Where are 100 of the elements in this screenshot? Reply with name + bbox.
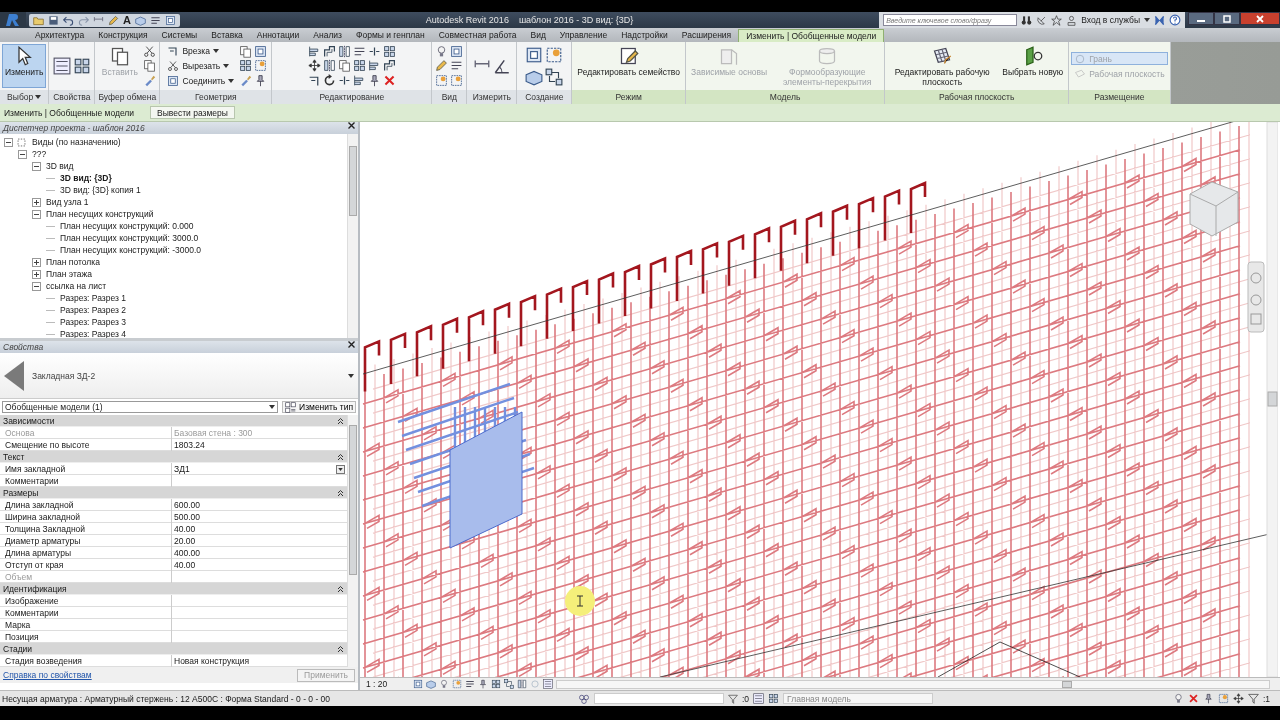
show-dimensions-button[interactable]: Вывести размеры [150,106,235,119]
caret-icon[interactable] [212,49,219,53]
caret-icon[interactable] [1144,18,1150,22]
grid-icon[interactable] [239,59,253,73]
align-icon[interactable] [352,74,366,88]
align-icon[interactable] [367,59,381,73]
grid-icon[interactable] [382,44,396,58]
tree-item[interactable]: Виды (по назначению) [30,137,123,147]
lines-icon[interactable] [465,679,475,689]
ribbon-tool-button[interactable]: Изменить [2,44,47,88]
expand-icon[interactable] [32,197,41,207]
app-logo-icon[interactable] [5,13,21,27]
dropdown-button[interactable] [336,464,345,474]
pin-icon[interactable] [367,74,381,88]
property-value[interactable]: 500.00 [174,511,200,523]
tree-item[interactable]: 3D вид [44,161,76,171]
collapse-icon[interactable] [32,161,41,171]
collapse-icon[interactable] [337,416,344,425]
ribbon-tab[interactable]: Вставка [204,29,250,42]
tree-item[interactable]: Вид узла 1 [44,197,91,207]
property-value[interactable]: 20.00 [174,535,196,547]
star-icon[interactable] [1051,14,1063,26]
box-icon[interactable] [254,44,268,58]
ribbon-tab[interactable]: Системы [154,29,205,42]
sheets-icon[interactable] [525,68,544,86]
help-link[interactable]: Справка по свойствам [3,670,92,680]
binoculars-icon[interactable] [1021,14,1033,26]
workset-field[interactable] [594,693,724,704]
caret-icon[interactable] [228,79,235,83]
ribbon-tab[interactable]: Анализ [306,29,349,42]
mirror-icon[interactable] [322,59,336,73]
move-icon[interactable] [1232,693,1244,704]
tree-item[interactable]: ссылка на лист [44,281,109,291]
satellite-dish-icon[interactable] [1036,14,1048,26]
collapse-icon[interactable] [337,452,344,461]
offset-icon[interactable] [382,59,396,73]
scrollbar[interactable] [347,415,358,667]
minimize-button[interactable] [1188,12,1214,25]
copy-icon[interactable] [337,59,351,73]
ribbon-tab[interactable]: Вид [523,29,553,42]
expand-icon[interactable] [32,257,41,267]
ribbon-tab[interactable]: Аннотации [249,29,307,42]
edit-type-button[interactable]: Изменить тип [282,401,356,413]
collapse-icon[interactable] [32,209,41,219]
tree-item[interactable]: Разрез: Разрез 4 [58,329,128,338]
ribbon-tab[interactable]: Архитектура [28,29,92,42]
scale-selector[interactable]: 1 : 20 [366,679,410,689]
rotate-icon[interactable] [322,74,336,88]
help-icon[interactable] [1169,14,1181,26]
filter-dropdown[interactable]: Обобщенные модели (1) [2,401,279,413]
properties-icon[interactable] [52,57,71,75]
scissors-icon[interactable] [142,44,156,58]
ribbon-tab[interactable]: Расширения [674,29,739,42]
ribbon-tab[interactable]: Надстройки [614,29,675,42]
box-icon[interactable] [413,679,423,689]
property-value[interactable]: 400.00 [174,547,200,559]
group-icon[interactable] [545,46,564,64]
pin-icon[interactable] [1202,693,1214,704]
collapse-icon[interactable] [337,488,344,497]
property-value[interactable]: 40.00 [174,559,196,571]
tree-item[interactable]: Разрез: Разрез 3 [58,317,128,327]
filter-icon[interactable] [1247,693,1259,704]
close-icon[interactable] [348,122,355,129]
scrollbar[interactable] [556,679,1270,689]
caret-icon[interactable] [35,95,42,99]
ribbon-tool-button[interactable]: Врезка [164,44,238,58]
ribbon-tool-button[interactable]: Выбрать новую [999,44,1067,88]
pin-icon[interactable] [254,74,268,88]
ribbon-tab[interactable]: Изменить | Обобщенные модели [738,29,885,42]
split-icon[interactable] [367,44,381,58]
ribbon-tab[interactable]: Управление [552,29,615,42]
box-icon[interactable] [164,14,176,26]
filter-icon[interactable] [728,693,738,704]
flow-icon[interactable] [504,679,514,689]
offset-icon[interactable] [322,44,336,58]
lightbulb-icon[interactable] [1172,693,1184,704]
restore-button[interactable] [1214,12,1240,25]
delete-icon[interactable] [1187,693,1199,704]
collapse-icon[interactable] [337,584,344,593]
properties-icon[interactable] [543,679,553,689]
scrollbar[interactable] [347,134,358,338]
tree-item[interactable]: 3D вид: {3D} копия 1 [58,185,143,195]
scrollbar[interactable] [1266,122,1278,677]
ribbon-tab[interactable]: Совместная работа [431,29,524,42]
tree-item[interactable]: План несущих конструкций: 3000.0 [58,233,201,243]
ribbon-tool-button[interactable]: Редактировать рабочую плоскость [887,44,998,88]
tree-item[interactable]: План потолка [44,257,102,267]
collapse-icon[interactable] [4,137,13,147]
collapse-icon[interactable] [18,149,27,159]
worksets-icon[interactable] [578,692,590,705]
align-icon[interactable] [307,44,321,58]
close-button[interactable] [1240,12,1280,25]
angle-icon[interactable] [492,57,511,75]
sign-in-menu[interactable]: Вход в службы [1081,15,1140,25]
property-value[interactable]: 600.00 [174,499,200,511]
tree-item[interactable]: ??? [30,149,49,159]
flow-icon[interactable] [545,68,564,86]
exchange-icon[interactable] [1154,14,1165,26]
save-icon[interactable] [48,14,59,26]
caret-icon[interactable] [348,373,354,378]
